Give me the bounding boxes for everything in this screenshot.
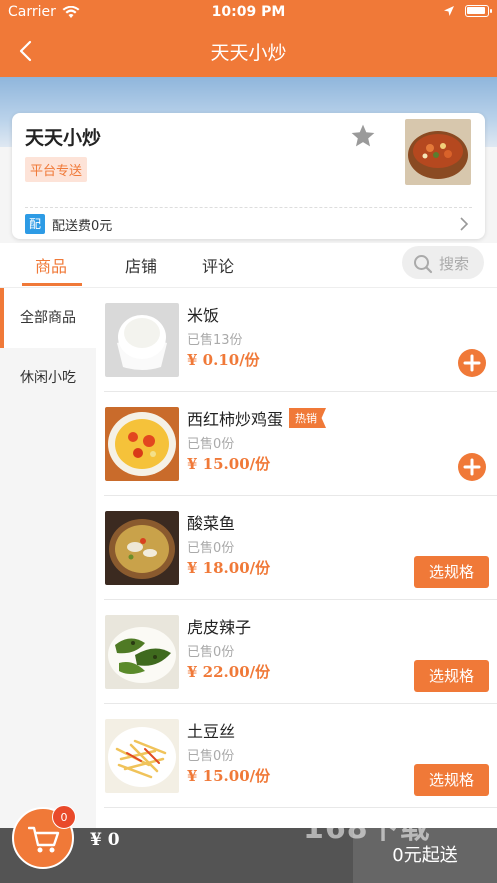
category-all[interactable]: 全部商品: [0, 288, 96, 348]
select-spec-button[interactable]: 选规格: [414, 556, 489, 588]
product-list: 米饭 已售13份 ¥ 0.10/份 西红柿炒鸡蛋 热销 已售0份 ¥ 15.00…: [96, 288, 497, 828]
product-price: ¥ 0.10/份: [187, 351, 260, 369]
page-title: 天天小炒: [210, 42, 287, 64]
cart-total: ¥ 0: [90, 830, 120, 850]
cart-count-badge: 0: [52, 805, 76, 829]
select-spec-button[interactable]: 选规格: [414, 764, 489, 796]
platform-delivery-tag: 平台专送: [25, 157, 88, 182]
search-icon: [414, 255, 433, 274]
divider: [25, 207, 472, 208]
product-image: [105, 719, 179, 793]
list-item[interactable]: 虎皮辣子 已售0份 ¥ 22.00/份 选规格: [96, 600, 497, 704]
tab-store[interactable]: 店铺: [125, 253, 157, 277]
header: Carrier 10:09 PM 天天小炒: [0, 0, 497, 77]
product-image: [105, 407, 179, 481]
add-to-cart-icon[interactable]: [457, 452, 487, 482]
search-button[interactable]: 搜索: [402, 246, 484, 279]
tab-products[interactable]: 商品: [35, 253, 67, 277]
favorite-star-icon[interactable]: [350, 123, 376, 149]
sold-count: 已售0份: [187, 541, 235, 556]
shop-thumbnail: [405, 119, 471, 185]
tab-indicator: [22, 283, 82, 286]
list-item[interactable]: 西红柿炒鸡蛋 热销 已售0份 ¥ 15.00/份: [96, 392, 497, 496]
list-item[interactable]: 酸菜鱼 已售0份 ¥ 18.00/份 选规格: [96, 496, 497, 600]
battery-icon: [465, 5, 492, 17]
list-item[interactable]: 土豆丝 已售0份 ¥ 15.00/份 选规格: [96, 704, 497, 808]
product-name: 西红柿炒鸡蛋: [187, 410, 284, 429]
add-to-cart-icon[interactable]: [457, 348, 487, 378]
category-sidebar: 全部商品 休闲小吃: [0, 288, 96, 828]
status-bar: Carrier 10:09 PM: [0, 0, 497, 26]
list-item[interactable]: 米饭 已售13份 ¥ 0.10/份: [96, 288, 497, 392]
product-name: 酸菜鱼: [187, 514, 236, 533]
shopping-cart-icon: [28, 826, 60, 853]
status-time: 10:09 PM: [211, 4, 286, 20]
search-label: 搜索: [439, 255, 470, 273]
category-snacks[interactable]: 休闲小吃: [0, 348, 96, 408]
tab-reviews[interactable]: 评论: [202, 253, 234, 277]
product-price: ¥ 22.00/份: [187, 663, 271, 681]
sold-count: 已售0份: [187, 645, 235, 660]
shop-name: 天天小炒: [25, 127, 102, 149]
tab-bar: 商品 店铺 评论 搜索: [0, 243, 497, 288]
chevron-right-icon[interactable]: [459, 217, 469, 231]
sold-count: 已售0份: [187, 749, 235, 764]
product-price: ¥ 18.00/份: [187, 559, 271, 577]
product-image: [105, 615, 179, 689]
select-spec-button[interactable]: 选规格: [414, 660, 489, 692]
product-price: ¥ 15.00/份: [187, 455, 271, 473]
sold-count: 已售13份: [187, 333, 243, 348]
product-image: [105, 511, 179, 585]
location-arrow-icon: [444, 6, 454, 16]
watermark: 168下载: [303, 811, 431, 846]
product-name: 虎皮辣子: [187, 618, 252, 637]
hot-sale-tag: 热销: [289, 408, 327, 428]
sold-count: 已售0份: [187, 437, 235, 452]
product-name: 米饭: [187, 306, 220, 325]
product-name: 土豆丝: [187, 722, 236, 741]
delivery-fee: 配送费0元: [52, 219, 113, 234]
product-image: [105, 303, 179, 377]
product-price: ¥ 15.00/份: [187, 767, 271, 785]
delivery-badge: 配: [25, 214, 45, 234]
shop-card: 天天小炒 平台专送 配 配送费0元: [12, 113, 485, 239]
